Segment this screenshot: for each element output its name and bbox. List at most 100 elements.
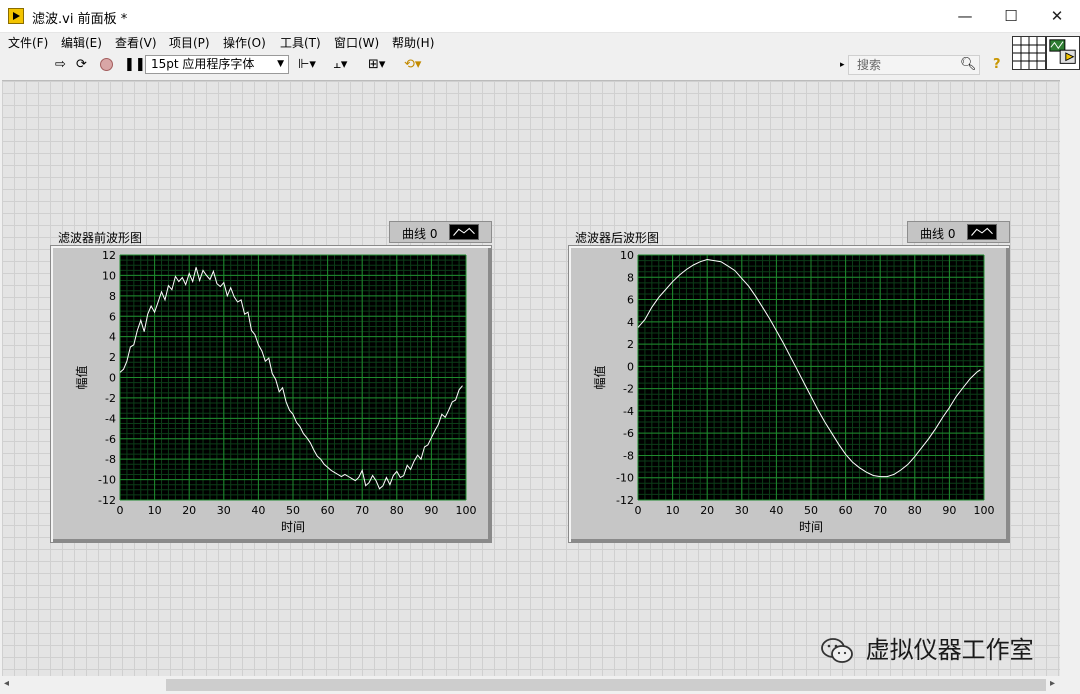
y-tick-label: 2 xyxy=(109,351,116,364)
scroll-right-icon[interactable]: ▸ xyxy=(1050,678,1055,689)
x-tick-label: 30 xyxy=(735,504,749,517)
search-expand-icon[interactable]: ▸ xyxy=(840,56,845,74)
reorder-icon[interactable]: ⟲▾ xyxy=(404,56,421,74)
x-tick-label: 60 xyxy=(321,504,335,517)
y-tick-label: -8 xyxy=(105,453,116,466)
x-tick-label: 20 xyxy=(700,504,714,517)
y-tick-label: 4 xyxy=(627,316,634,329)
x-tick-label: 0 xyxy=(117,504,124,517)
x-tick-label: 30 xyxy=(217,504,231,517)
graph-2-legend-text: 曲线 0 xyxy=(920,227,956,241)
maximize-button[interactable]: ☐ xyxy=(988,0,1034,32)
x-tick-label: 90 xyxy=(424,504,438,517)
labview-vi-icon xyxy=(8,8,24,24)
y-tick-label: -10 xyxy=(98,474,116,487)
horizontal-scrollbar-thumb[interactable] xyxy=(166,679,1046,691)
x-tick-label: 60 xyxy=(839,504,853,517)
graph-1-legend[interactable]: 曲线 0 xyxy=(389,221,492,243)
x-tick-label: 80 xyxy=(390,504,404,517)
y-tick-label: -2 xyxy=(105,392,116,405)
x-tick-label: 70 xyxy=(355,504,369,517)
y-tick-label: 10 xyxy=(102,269,116,282)
graph-1-label: 滤波器前波形图 xyxy=(58,231,143,245)
vi-icon[interactable] xyxy=(1046,36,1080,70)
x-tick-label: 100 xyxy=(456,504,477,517)
menu-bar: 文件(F) 编辑(E) 查看(V) 项目(P) 操作(O) 工具(T) 窗口(W… xyxy=(0,32,1010,52)
graph-2-plot[interactable]: 0 10 20 30 40 50 60 70 80 90 1001086420-2-4-6-8-10… xyxy=(568,245,1010,543)
x-tick-label: 40 xyxy=(251,504,265,517)
graph-2-label: 滤波器后波形图 xyxy=(575,231,660,245)
abort-icon[interactable] xyxy=(100,58,113,71)
graph-2-legend-line-icon xyxy=(967,224,997,240)
y-tick-label: -6 xyxy=(105,433,116,446)
font-select-value: 15pt 应用程序字体 xyxy=(151,57,255,71)
x-tick-label: 10 xyxy=(148,504,162,517)
y-axis-label: 幅值 xyxy=(74,365,89,389)
scroll-left-icon[interactable]: ◂ xyxy=(4,678,9,689)
chevron-down-icon: ▼ xyxy=(277,59,284,69)
graph-1-legend-line-icon xyxy=(449,224,479,240)
menu-help[interactable]: 帮助(H) xyxy=(392,34,434,51)
menu-edit[interactable]: 编辑(E) xyxy=(61,34,102,51)
graph-1-plot[interactable]: 0 10 20 30 40 50 60 70 80 90 100121086420-2-4-6-8-… xyxy=(50,245,492,543)
graph-2-legend[interactable]: 曲线 0 xyxy=(907,221,1010,243)
x-tick-label: 90 xyxy=(942,504,956,517)
x-tick-label: 50 xyxy=(804,504,818,517)
menu-project[interactable]: 项目(P) xyxy=(169,34,210,51)
y-tick-label: -8 xyxy=(623,449,634,462)
menu-window[interactable]: 窗口(W) xyxy=(334,34,379,51)
help-icon[interactable]: ? xyxy=(993,56,1001,74)
y-tick-label: -12 xyxy=(98,494,116,507)
y-tick-label: -4 xyxy=(105,412,116,425)
x-tick-label: 100 xyxy=(974,504,995,517)
x-tick-label: 10 xyxy=(666,504,680,517)
x-tick-label: 40 xyxy=(769,504,783,517)
y-tick-label: 4 xyxy=(109,331,116,344)
x-tick-label: 50 xyxy=(286,504,300,517)
close-button[interactable]: ✕ xyxy=(1034,0,1080,32)
x-tick-label: 80 xyxy=(908,504,922,517)
wechat-icon xyxy=(821,638,853,663)
horizontal-scrollbar[interactable]: ◂ ▸ xyxy=(0,676,1062,694)
y-tick-label: 2 xyxy=(627,338,634,351)
menu-tools[interactable]: 工具(T) xyxy=(280,34,321,51)
x-axis-label: 时间 xyxy=(281,520,305,534)
y-tick-label: 0 xyxy=(109,372,116,385)
run-continuously-icon[interactable]: ⟳ xyxy=(76,56,87,74)
y-tick-label: 0 xyxy=(627,360,634,373)
minimize-button[interactable]: — xyxy=(942,0,988,32)
resize-objects-icon[interactable]: ⊞▾ xyxy=(368,56,385,74)
y-tick-label: -4 xyxy=(623,405,634,418)
y-tick-label: 10 xyxy=(620,249,634,262)
menu-view[interactable]: 查看(V) xyxy=(115,34,157,51)
y-tick-label: 12 xyxy=(102,249,116,262)
connector-pane-icon[interactable] xyxy=(1012,36,1046,70)
pause-icon[interactable]: ❚❚ xyxy=(124,56,146,74)
menu-file[interactable]: 文件(F) xyxy=(8,34,48,51)
search-icon[interactable]: 🔍︎ xyxy=(960,56,977,74)
title-bar: 滤波.vi 前面板 * — ☐ ✕ xyxy=(0,0,1080,33)
y-tick-label: 8 xyxy=(109,290,116,303)
y-tick-label: -10 xyxy=(616,472,634,485)
y-tick-label: -6 xyxy=(623,427,634,440)
distribute-objects-icon[interactable]: ⫠▾ xyxy=(333,56,347,74)
watermark: 虚拟仪器工作室 xyxy=(820,630,1034,666)
graph-1-legend-text: 曲线 0 xyxy=(402,227,438,241)
toolbar: ⇨ ⟳ ❚❚ 15pt 应用程序字体 ▼ ⊩▾ ⫠▾ ⊞▾ ⟲▾ ▸ 搜索 🔍︎… xyxy=(0,52,1010,78)
x-tick-label: 20 xyxy=(182,504,196,517)
x-axis-label: 时间 xyxy=(799,520,823,534)
y-tick-label: 8 xyxy=(627,271,634,284)
vertical-scrollbar[interactable] xyxy=(1062,80,1080,676)
menu-operate[interactable]: 操作(O) xyxy=(223,34,266,51)
y-tick-label: 6 xyxy=(109,310,116,323)
window-title: 滤波.vi 前面板 * xyxy=(32,12,128,27)
run-arrow-icon[interactable]: ⇨ xyxy=(55,56,66,74)
y-tick-label: -12 xyxy=(616,494,634,507)
y-tick-label: 6 xyxy=(627,294,634,307)
font-select[interactable]: 15pt 应用程序字体 ▼ xyxy=(145,55,289,74)
align-objects-icon[interactable]: ⊩▾ xyxy=(298,56,316,74)
watermark-text: 虚拟仪器工作室 xyxy=(865,636,1034,664)
y-tick-label: -2 xyxy=(623,383,634,396)
x-tick-label: 0 xyxy=(635,504,642,517)
x-tick-label: 70 xyxy=(873,504,887,517)
